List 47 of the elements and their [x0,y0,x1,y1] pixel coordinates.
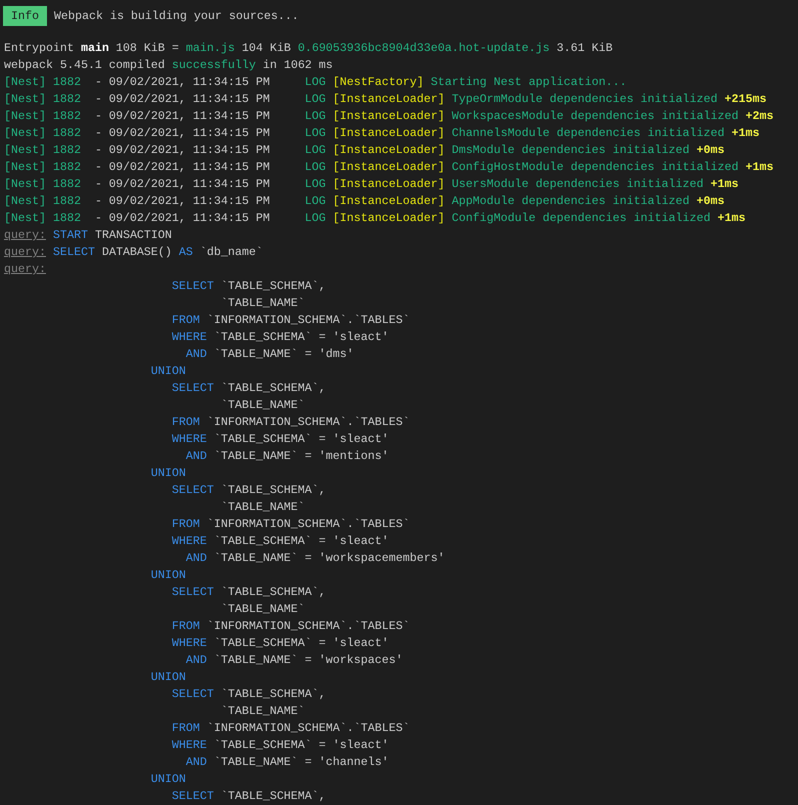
log-line: [Nest] 1882 - 09/02/2021, 11:34:15 PM LOG [InstanceLoader] TypeOrmModule dependencies initialized +215ms [4,92,766,106]
log-line: `TABLE_NAME` [220,296,305,310]
log-line: AND `TABLE_NAME` = 'dms' [184,347,354,361]
log-line: `TABLE_NAME` [220,500,305,514]
log-line: [Nest] 1882 - 09/02/2021, 11:34:15 PM LOG [InstanceLoader] ConfigHostModule dependencies initialized +1ms [4,160,774,174]
log-line: [Nest] 1882 - 09/02/2021, 11:34:15 PM LOG [NestFactory] Starting Nest application... [4,75,627,89]
status-message: Webpack is building your sources... [54,8,299,24]
log-line: SELECT `TABLE_SCHEMA`, [170,279,326,293]
log-line: [Nest] 1882 - 09/02/2021, 11:34:15 PM LOG [InstanceLoader] UsersModule dependencies initialized +1ms [4,177,738,191]
log-line: UNION [150,772,186,786]
log-line: SELECT `TABLE_SCHEMA`, [170,687,326,701]
log-line: query: START TRANSACTION [4,228,172,242]
log-line: AND `TABLE_NAME` = 'channels' [184,755,389,769]
log-line: UNION [150,364,186,378]
log-line: WHERE `TABLE_SCHEMA` = 'sleact' [170,636,389,650]
info-badge: Info [3,6,47,26]
log-line: SELECT `TABLE_SCHEMA`, [170,789,326,803]
log-line: [Nest] 1882 - 09/02/2021, 11:34:15 PM LOG [InstanceLoader] ChannelsModule dependencies initialized +1ms [4,126,760,140]
log-line: `TABLE_NAME` [220,704,305,718]
log-line: UNION [150,466,186,480]
log-line: SELECT `TABLE_SCHEMA`, [170,585,326,599]
log-line: [Nest] 1882 - 09/02/2021, 11:34:15 PM LOG [InstanceLoader] ConfigModule dependencies initialized +1ms [4,211,746,225]
log-line: FROM `INFORMATION_SCHEMA`.`TABLES` [170,313,410,327]
log-line: [Nest] 1882 - 09/02/2021, 11:34:15 PM LOG [InstanceLoader] DmsModule dependencies initialized +0ms [4,143,725,157]
log-line: UNION [150,670,186,684]
log-line: FROM `INFORMATION_SCHEMA`.`TABLES` [170,721,410,735]
log-line: AND `TABLE_NAME` = 'workspacemembers' [184,551,445,565]
log-line: SELECT `TABLE_SCHEMA`, [170,483,326,497]
log-line: `TABLE_NAME` [220,398,305,412]
log-line: query: SELECT DATABASE() AS `db_name` [4,245,263,259]
log-line: Entrypoint main 108 KiB = main.js 104 KiB 0.69053936bc8904d33e0a.hot-update.js 3.61 KiB [4,41,613,55]
log-line: query: [4,262,46,276]
log-line: FROM `INFORMATION_SCHEMA`.`TABLES` [170,619,410,633]
log-line: AND `TABLE_NAME` = 'workspaces' [184,653,403,667]
log-line: `TABLE_NAME` [220,602,305,616]
log-line: WHERE `TABLE_SCHEMA` = 'sleact' [170,330,389,344]
log-line: WHERE `TABLE_SCHEMA` = 'sleact' [170,432,389,446]
log-line: [Nest] 1882 - 09/02/2021, 11:34:15 PM LOG [InstanceLoader] AppModule dependencies initialized +0ms [4,194,725,208]
log-line: FROM `INFORMATION_SCHEMA`.`TABLES` [170,517,410,531]
log-line: WHERE `TABLE_SCHEMA` = 'sleact' [170,534,389,548]
log-line: webpack 5.45.1 compiled successfully in 1062 ms [4,58,333,72]
log-line: UNION [150,568,186,582]
log-line: [Nest] 1882 - 09/02/2021, 11:34:15 PM LOG [InstanceLoader] WorkspacesModule dependencies initialized +2ms [4,109,774,123]
log-line: AND `TABLE_NAME` = 'mentions' [184,449,389,463]
log-line: FROM `INFORMATION_SCHEMA`.`TABLES` [170,415,410,429]
log-line: SELECT `TABLE_SCHEMA`, [170,381,326,395]
log-line: WHERE `TABLE_SCHEMA` = 'sleact' [170,738,389,752]
